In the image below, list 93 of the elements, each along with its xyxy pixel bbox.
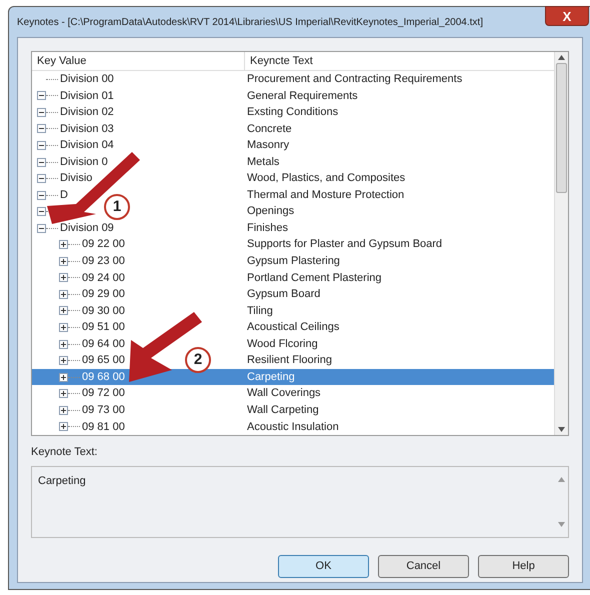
key-value: Division 04 (60, 138, 114, 154)
window-title: Keynotes - [C:\ProgramData\Autodesk\RVT 2014\Libraries\US Imperial\RevitKeynotes_Imperial_2004.txt] (17, 16, 483, 30)
keynote-text: Wood, Plastics, and Composites (247, 171, 406, 186)
close-button[interactable]: X (545, 6, 589, 26)
collapse-icon[interactable] (37, 91, 46, 100)
expand-icon[interactable] (59, 290, 68, 299)
expand-icon[interactable] (59, 240, 68, 250)
key-value: D (60, 188, 68, 203)
tree-row[interactable]: Division 01 General Requirements (32, 88, 554, 104)
collapse-icon[interactable] (37, 108, 46, 117)
expand-icon[interactable] (59, 340, 68, 349)
key-value: 09 73 00 (82, 402, 125, 418)
keynote-text: Finishes (247, 220, 288, 236)
tree-row[interactable]: Division 09 Finishes (32, 220, 554, 236)
scroll-up-icon[interactable] (558, 55, 565, 60)
expand-icon[interactable] (59, 406, 68, 415)
keynote-text: Wood Flcoring (247, 336, 318, 352)
key-value: 09 81 00 (82, 420, 125, 434)
keynote-text: Gypsum Board (247, 287, 320, 302)
tree-row[interactable]: 09 22 00 Supports for Plaster and Gypsum Board (32, 236, 554, 254)
keynote-text: Concrete (247, 122, 292, 137)
keynote-text: Openings (247, 204, 294, 220)
tree-row[interactable]: Division 00 Procurement and Contracting Requirements (32, 71, 554, 88)
collapse-icon[interactable] (37, 190, 46, 200)
key-value: 09 51 00 (82, 320, 125, 336)
key-value: Division 00 (60, 72, 114, 88)
keynote-text: Carpeting (247, 370, 295, 385)
expand-icon[interactable] (59, 372, 68, 382)
keynote-text: Metals (247, 154, 280, 170)
key-value: Division 01 (60, 88, 114, 104)
expand-icon[interactable] (59, 306, 68, 316)
key-value: 09 23 00 (82, 254, 125, 270)
keynote-text: Acoustic Insulation (247, 420, 339, 434)
keynote-text: General Requirements (247, 88, 358, 104)
key-value: Division 03 (60, 122, 114, 137)
tree-row[interactable]: Divisio Wood, Plastics, and Composites (32, 170, 554, 187)
keynote-text: Procurement and Contracting Requirements (247, 72, 462, 88)
expand-icon[interactable] (59, 356, 68, 366)
collapse-icon[interactable] (37, 224, 46, 233)
tree-row[interactable]: 09 30 00 Tiling (32, 302, 554, 320)
expand-icon[interactable] (59, 422, 68, 432)
tree-row[interactable]: 09 29 00 Gypsum Board (32, 286, 554, 303)
keynote-text: Gypsum Plastering (247, 254, 340, 270)
key-value: Division 09 (60, 220, 114, 236)
key-value: 09 64 00 (82, 336, 125, 352)
keynote-text: Portland Cement Plastering (247, 270, 382, 286)
column-header[interactable]: Keyncte Text (245, 52, 554, 70)
collapse-icon[interactable] (37, 207, 46, 216)
expand-icon[interactable] (59, 273, 68, 282)
key-value: 09 30 00 (82, 304, 125, 319)
key-value: Division 02 (60, 105, 114, 120)
scroll-down-icon[interactable] (558, 427, 565, 432)
tree-row[interactable]: 09 73 00 Wall Carpeting (32, 402, 554, 418)
keynote-text: Exsting Conditions (247, 105, 338, 120)
tree-row[interactable]: 09 72 00 Wall Coverings (32, 385, 554, 402)
expand-icon[interactable] (59, 256, 68, 266)
collapse-icon[interactable] (37, 140, 46, 150)
expand-icon[interactable] (59, 322, 68, 332)
keynote-text: Acoustical Ceilings (247, 320, 340, 336)
tree-row[interactable]: 09 81 00 Acoustic Insulation (32, 418, 554, 435)
tree-row[interactable]: 09 68 00 Carpeting (32, 368, 554, 386)
tree-row[interactable]: Division 02 Exsting Conditions (32, 104, 554, 121)
key-value: 09 22 00 (82, 237, 125, 252)
keynote-text: Resilient Flooring (247, 353, 332, 368)
tree-row[interactable]: Division 04 Masonry (32, 137, 554, 154)
scrollbar[interactable] (554, 52, 568, 435)
column-header[interactable]: Key Value (32, 52, 245, 70)
keynote-text-label: Keynote Text: (31, 445, 98, 460)
key-value: 09 29 00 (82, 287, 125, 302)
key-value: Divisio (60, 171, 92, 186)
collapse-icon[interactable] (37, 174, 46, 184)
key-value: 09 72 00 (82, 386, 125, 402)
key-value: 09 68 00 (82, 370, 125, 385)
tree-row[interactable]: 09 24 00 Portland Cement Plastering (32, 270, 554, 286)
dialog-button[interactable]: Help (478, 554, 569, 578)
keynote-text: Thermal and Mosture Protection (247, 188, 404, 203)
tree-row[interactable]: Division 03 Concrete (32, 120, 554, 138)
keynote-text: Wall Coverings (247, 386, 321, 402)
tree-row[interactable]: Division 0 Metals (32, 154, 554, 170)
keynote-text: Masonry (247, 138, 290, 154)
dialog-button[interactable]: OK (278, 554, 369, 578)
keynote-text: Supports for Plaster and Gypsum Board (247, 237, 442, 252)
tree-row[interactable]: 09 51 00 Acoustical Ceilings (32, 319, 554, 336)
key-value: 09 24 00 (82, 270, 125, 286)
key-value: 09 65 00 (82, 353, 125, 368)
key-value: Division 0 (60, 154, 108, 170)
keynote-text: Tiling (247, 304, 273, 319)
dialog-button[interactable]: Cancel (378, 554, 469, 578)
tree-row[interactable]: 09 23 00 Gypsum Plastering (32, 253, 554, 270)
expand-icon[interactable] (59, 389, 68, 398)
keynote-text: Wall Carpeting (247, 402, 319, 418)
collapse-icon[interactable] (37, 158, 46, 166)
collapse-icon[interactable] (37, 124, 46, 134)
